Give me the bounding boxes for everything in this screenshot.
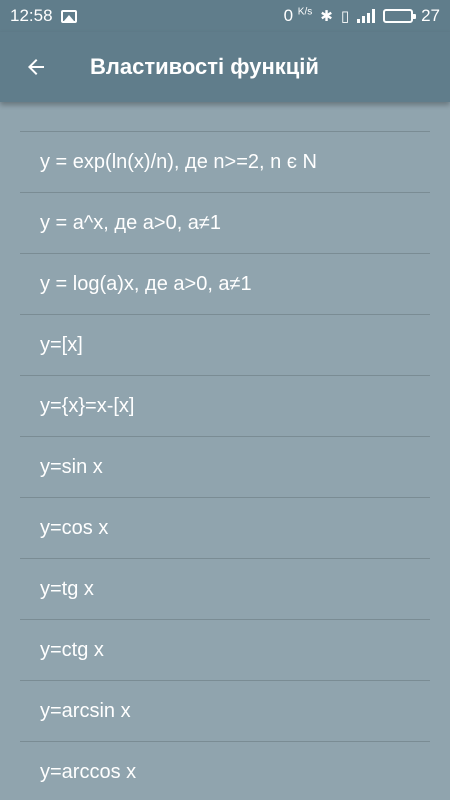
battery-percent: 27 (421, 6, 440, 25)
network-speed: 0 K/s (284, 6, 313, 26)
list-item-label: y=[x] (40, 333, 83, 356)
list-item[interactable]: y={x}=x-[x] (20, 376, 430, 437)
function-list[interactable]: y = exp(ln(x)/n), де n>=2, n є N y = a^x… (0, 102, 450, 782)
status-bar: 12:58 0 K/s ✱ ▯ 27 (0, 0, 450, 32)
status-time: 12:58 (10, 6, 53, 25)
list-item[interactable]: y=sin x (20, 437, 430, 498)
bluetooth-icon: ✱ (320, 8, 333, 25)
page-title: Властивості функцій (90, 54, 319, 79)
image-icon (60, 9, 77, 23)
signal-icon (357, 9, 376, 23)
list-item-label: y = exp(ln(x)/n), де n>=2, n є N (40, 150, 317, 173)
app-bar: Властивості функцій (0, 32, 450, 102)
list-item[interactable]: y=arccos x (20, 742, 430, 783)
list-item-label: y=sin x (40, 455, 103, 478)
list-item[interactable]: y=arcsin x (20, 681, 430, 742)
list-item[interactable]: y=tg x (20, 559, 430, 620)
list-item[interactable]: y=cos x (20, 498, 430, 559)
list-item-label: y = log(a)x, де a>0, a≠1 (40, 272, 252, 295)
back-button[interactable] (0, 32, 72, 102)
list-item-label: y=cos x (40, 516, 109, 539)
list-item-label: y=arcsin x (40, 699, 131, 722)
list-item[interactable]: y = log(a)x, де a>0, a≠1 (20, 254, 430, 315)
list-item-label: y = a^x, де a>0, a≠1 (40, 211, 222, 234)
vibrate-icon: ▯ (340, 8, 350, 25)
list-item[interactable]: y=ctg x (20, 620, 430, 681)
status-icons: 0 K/s ✱ ▯ 27 (284, 6, 440, 26)
list-item[interactable]: y=[x] (20, 315, 430, 376)
list-item-label: y=tg x (40, 577, 94, 600)
battery-icon (383, 9, 417, 23)
network-speed-unit: K/s (297, 6, 313, 18)
list-item-label: y=ctg x (40, 638, 104, 661)
list-item-label: y={x}=x-[x] (40, 394, 135, 417)
list-item[interactable]: y = exp(ln(x)/n), де n>=2, n є N (20, 132, 430, 193)
list-item[interactable]: y = a^x, де a>0, a≠1 (20, 193, 430, 254)
network-speed-value: 0 (283, 6, 294, 25)
list-item-label: y=arccos x (40, 760, 137, 783)
arrow-back-icon (28, 59, 44, 75)
